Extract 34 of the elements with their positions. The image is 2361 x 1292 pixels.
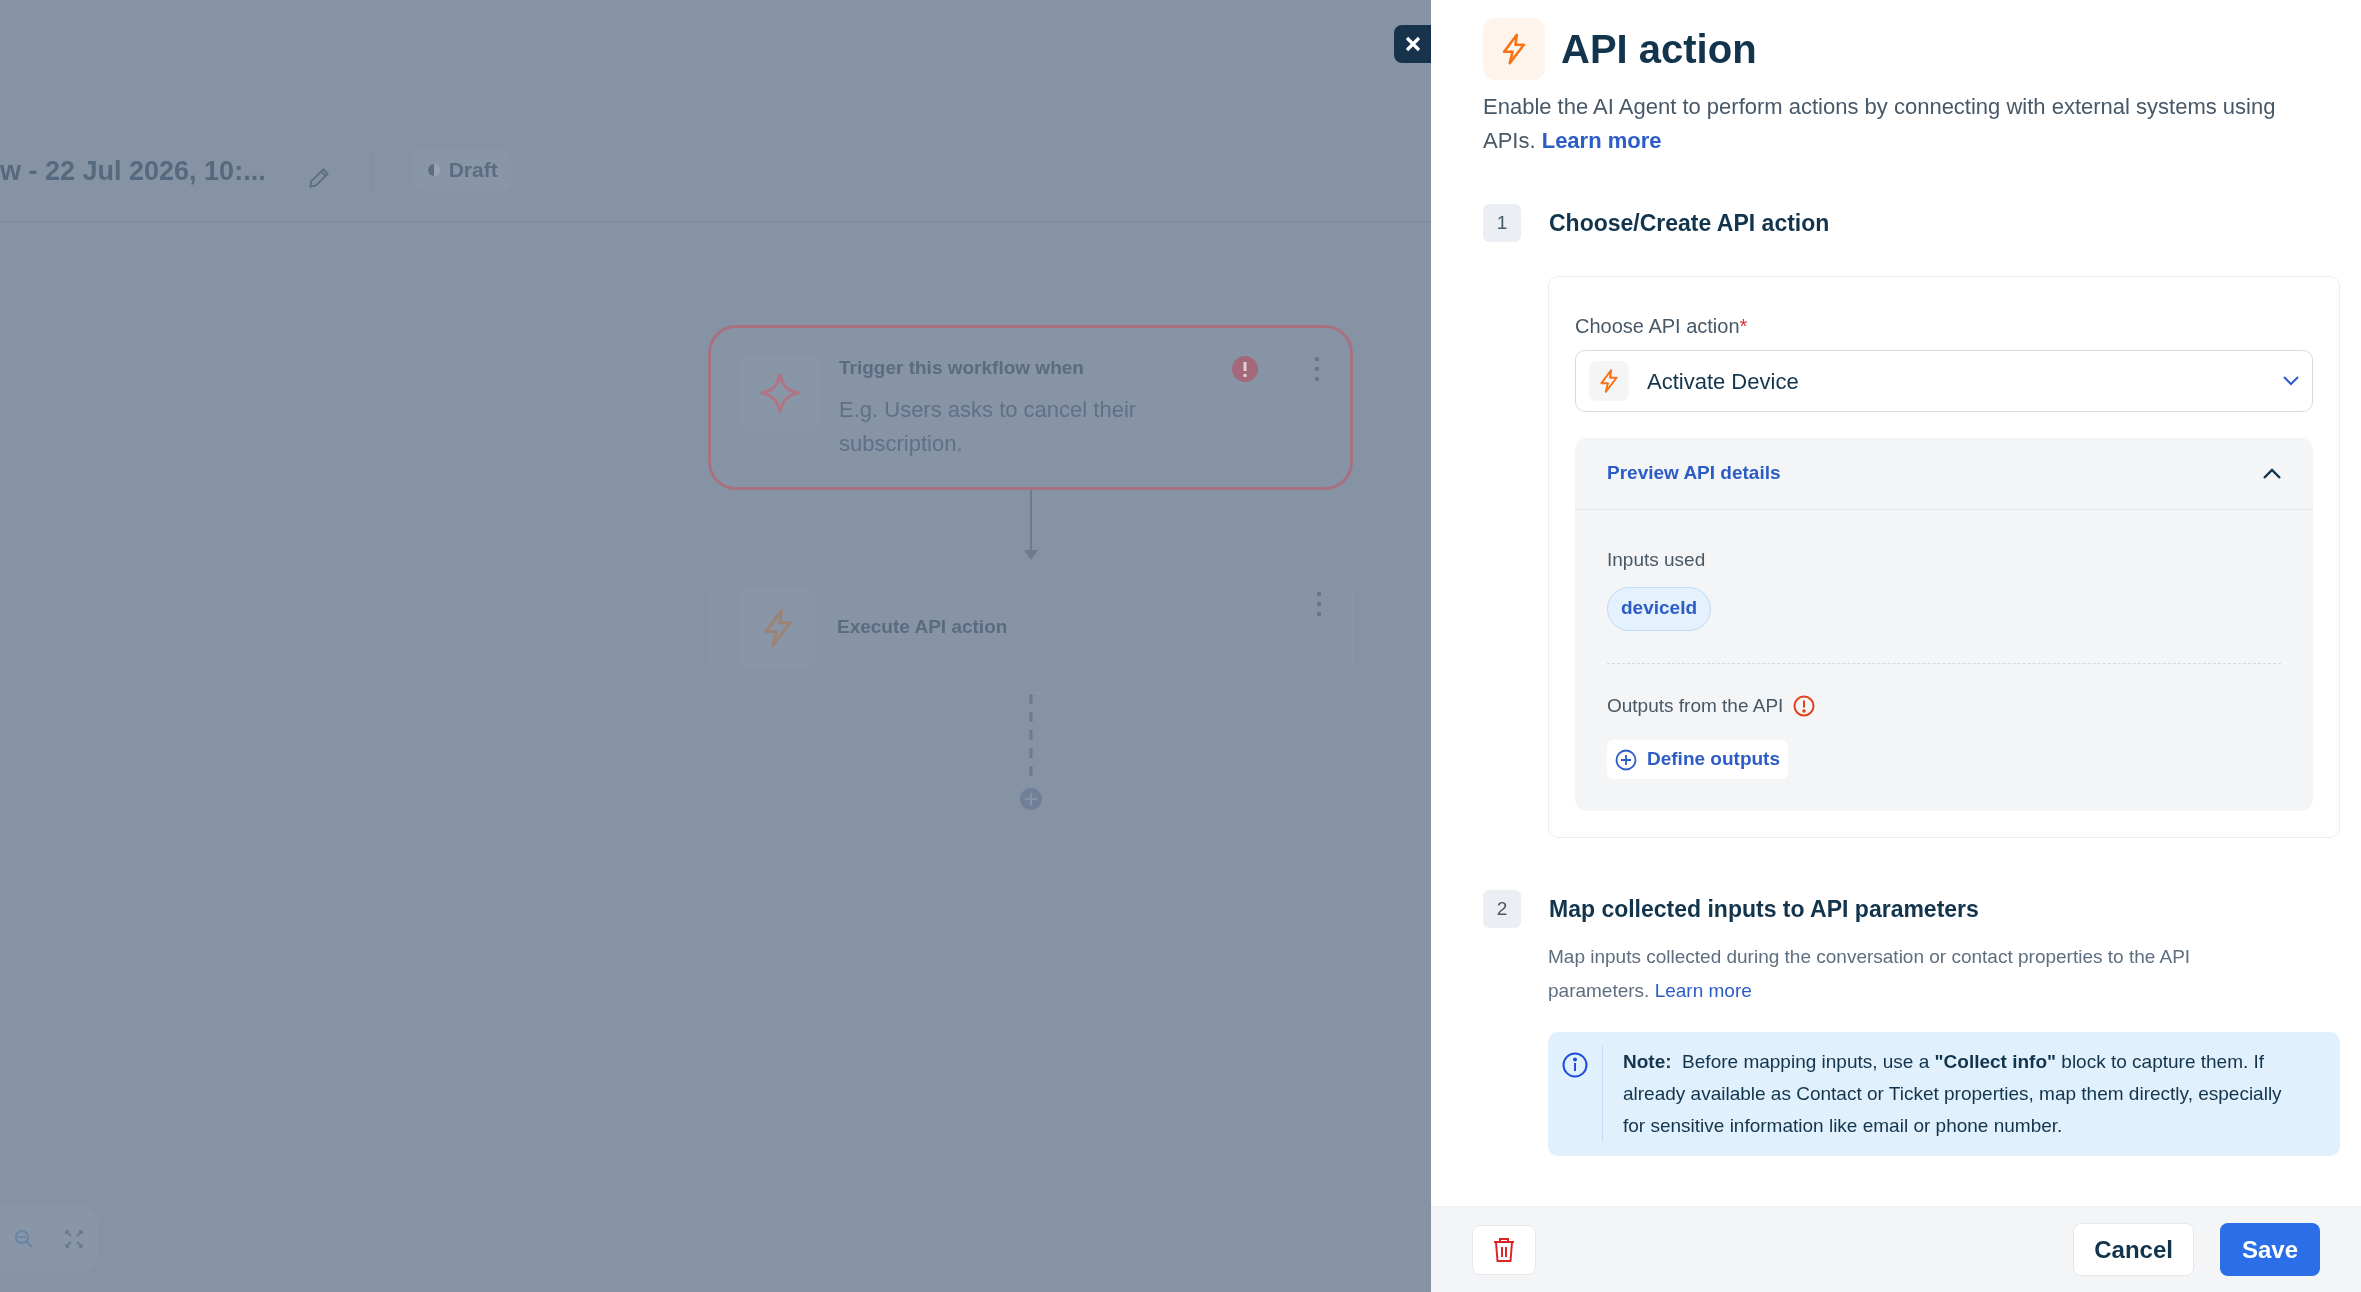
fit-screen-icon[interactable] [65,1229,83,1248]
close-button[interactable] [1394,25,1431,63]
trash-icon [1492,1236,1516,1263]
error-icon [1232,356,1258,382]
step-description: Map inputs collected during the conversation or contact properties to the API parameters. Learn more [1548,945,2192,1003]
define-outputs-button[interactable]: Define outputs [1607,740,1788,779]
api-action-select[interactable]: Activate Device [1575,350,2313,412]
chevron-down-icon [2283,376,2299,386]
step-title: Choose/Create API action [1549,208,1830,238]
delete-button[interactable] [1472,1224,1536,1275]
note-text: Note: Before mapping inputs, use a "Collect info" block to capture them. If already available as Contact or Ticket properties, map them directly, especially for sensitive information like email or phone number. [1622,1050,2283,1138]
select-value: Activate Device [1647,367,1799,396]
info-icon [1562,1052,1588,1078]
zoom-out-icon[interactable] [15,1227,35,1250]
close-icon [1403,35,1422,53]
outputs-label: Outputs from the API [1607,693,1784,718]
cancel-button[interactable]: Cancel [2073,1223,2194,1276]
preview-toggle[interactable]: Preview API details [1575,438,2313,510]
panel-description: Enable the AI Agent to perform actions by connecting with external systems using APIs. Learn more [1483,93,2277,155]
step-number: 1 [1483,204,1521,242]
learn-more-link[interactable]: Learn more [1654,980,1752,1001]
panel-title: API action [1561,26,1757,73]
half-circle-icon [426,163,441,177]
field-label: Choose API action* [1575,314,1749,339]
input-tag: deviceId [1607,586,1712,631]
plus-circle-icon [1615,748,1637,771]
chevron-up-icon [2263,468,2281,479]
learn-more-link[interactable]: Learn more [1541,128,1662,153]
inputs-label: Inputs used [1607,548,1707,572]
more-icon[interactable] [1316,590,1322,617]
step-title: Map collected inputs to API parameters [1549,894,1979,924]
step-number: 2 [1483,890,1521,928]
save-button[interactable]: Save [2219,1223,2320,1276]
more-icon[interactable] [1314,356,1320,382]
